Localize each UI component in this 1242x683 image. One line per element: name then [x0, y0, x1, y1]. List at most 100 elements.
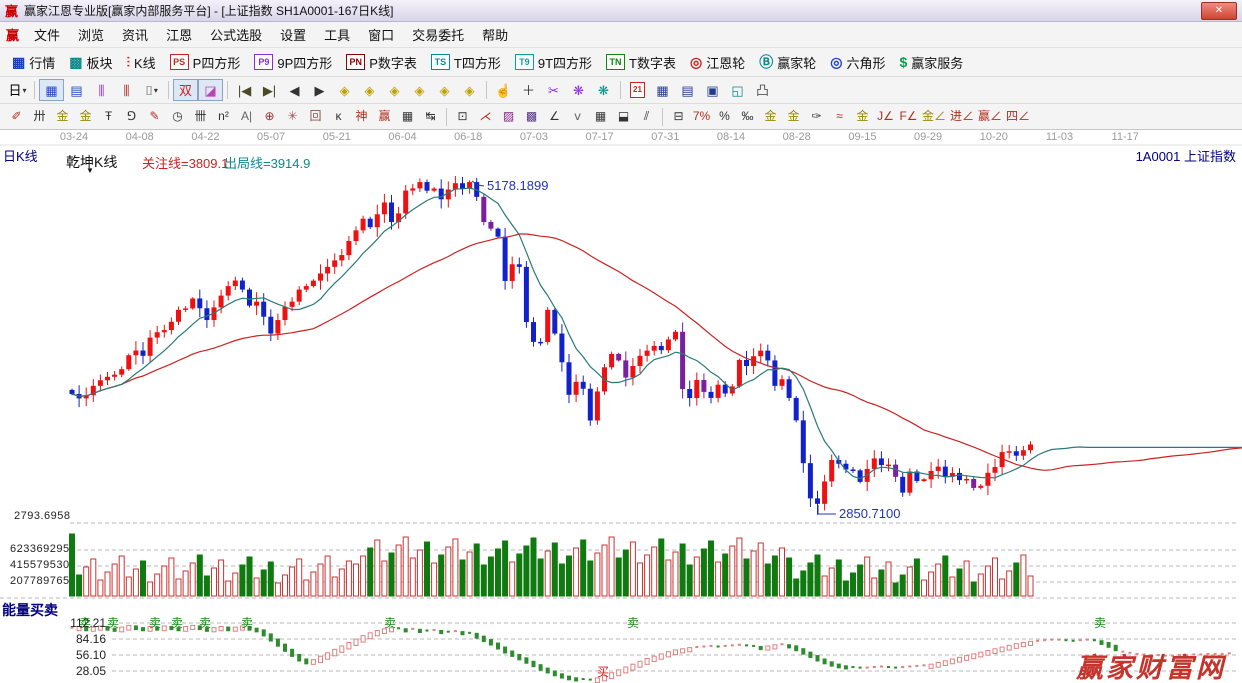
menu-item-7[interactable]: 窗口: [359, 22, 403, 47]
toolbar-button-winner-wheel[interactable]: Ⓑ赢家轮: [752, 51, 823, 74]
toolbar-button-gold-grid-1[interactable]: 金: [51, 107, 74, 127]
toolbar-button-a-line[interactable]: A|: [235, 107, 258, 127]
toolbar-button-spiral[interactable]: ⅁: [120, 107, 143, 127]
toolbar-button-f-angle[interactable]: F∠: [897, 107, 920, 127]
toolbar-button-big-grid[interactable]: ▦: [589, 107, 612, 127]
toolbar-button-candle-style[interactable]: ⌷▾: [139, 79, 164, 101]
toolbar-button-expand-all[interactable]: ◈: [432, 79, 457, 101]
toolbar-button-last-page[interactable]: ▶|: [257, 79, 282, 101]
toolbar-button-span-arrows[interactable]: ↹: [419, 107, 442, 127]
toolbar-button-export[interactable]: ◱: [725, 79, 750, 101]
toolbar-button-fan-lines[interactable]: ⋌: [474, 107, 497, 127]
toolbar-button-win-angle[interactable]: 赢∠: [976, 107, 1004, 127]
toolbar-button-expand-v[interactable]: ◈: [457, 79, 482, 101]
menu-item-1[interactable]: 浏览: [69, 22, 113, 47]
menu-item-4[interactable]: 公式选股: [201, 22, 271, 47]
toolbar-button-gann-tool-teal[interactable]: ❋: [591, 79, 616, 101]
toolbar-button-j-angle[interactable]: J∠: [874, 107, 897, 127]
toolbar-button-quotes[interactable]: ▦行情: [5, 51, 62, 74]
toolbar-button-next-page[interactable]: ▶: [307, 79, 332, 101]
toolbar-button-gann-tool-purple[interactable]: ❋: [566, 79, 591, 101]
toolbar-button-gold-grid-2[interactable]: 金: [74, 107, 97, 127]
toolbar-button-zoom-right[interactable]: ◈: [357, 79, 382, 101]
toolbar-button-price-ruler[interactable]: ⊟: [667, 107, 690, 127]
toolbar-button-wave-lines[interactable]: ⅴ: [566, 107, 589, 127]
toolbar-button-percent-7[interactable]: 7%: [690, 107, 713, 127]
toolbar-button-period-daily[interactable]: 日▾: [5, 79, 30, 101]
toolbar-button-first-page[interactable]: |◀: [232, 79, 257, 101]
toolbar-button-expand-h[interactable]: ◈: [382, 79, 407, 101]
toolbar-button-n-square[interactable]: n²: [212, 107, 235, 127]
toolbar-button-hand-tool[interactable]: ☝: [491, 79, 516, 101]
toolbar-button-calendar[interactable]: 21: [625, 79, 650, 101]
toolbar-button-k-mark[interactable]: ĸ: [327, 107, 350, 127]
toolbar-button-f-grid[interactable]: Ŧ: [97, 107, 120, 127]
toolbar-button-9t-square[interactable]: T99T四方形: [508, 51, 599, 74]
toolbar-button-winner-service[interactable]: $赢家服务: [892, 51, 970, 74]
toolbar-button-sectors[interactable]: ▩板块: [62, 51, 119, 74]
toolbar-button-p-table[interactable]: PNP数字表: [339, 51, 424, 74]
toolbar-button-num-grid[interactable]: ▦: [396, 107, 419, 127]
toolbar-button-info-view[interactable]: ▤: [64, 79, 89, 101]
toolbar-button-grid-tool[interactable]: 卌: [189, 107, 212, 127]
toolbar-button-gann-wheel[interactable]: ◎江恩轮: [683, 51, 752, 74]
toolbar-button-square-frame[interactable]: ⊡: [451, 107, 474, 127]
toolbar-button-hexagon[interactable]: ◎六角形: [823, 51, 892, 74]
toolbar-button-time-cycle[interactable]: ◷: [166, 107, 189, 127]
toolbar-button-star-wheel[interactable]: ✳: [281, 107, 304, 127]
toolbar-button-calculator[interactable]: ▦: [650, 79, 675, 101]
toolbar-button-bars-3[interactable]: ⫼: [89, 79, 114, 101]
toolbar-button-bars-9[interactable]: ⫼: [114, 79, 139, 101]
toolbar-button-kline[interactable]: ⫶K线: [120, 51, 163, 74]
toolbar-button-fan-box[interactable]: ▨: [497, 107, 520, 127]
toolbar-button-four-angle[interactable]: 四∠: [1004, 107, 1032, 127]
toolbar-button-ink-brush[interactable]: ✑: [805, 107, 828, 127]
toolbar-button-compress-h[interactable]: ◈: [407, 79, 432, 101]
menu-item-2[interactable]: 资讯: [113, 22, 157, 47]
toolbar-button-print[interactable]: 凸: [750, 79, 775, 101]
toolbar-button-gold-circle[interactable]: 金: [759, 107, 782, 127]
toolbar-button-zoom-left[interactable]: ◈: [332, 79, 357, 101]
toolbar-button-qiankun-toggle[interactable]: 双: [173, 79, 198, 101]
volume-bar: [268, 562, 273, 596]
toolbar-button-save[interactable]: ▣: [700, 79, 725, 101]
toolbar-button-track-lines[interactable]: ≈: [828, 107, 851, 127]
kline-type-dropdown-icon[interactable]: ▼: [86, 166, 94, 175]
menu-item-0[interactable]: 文件: [25, 22, 69, 47]
toolbar-button-angle-lines[interactable]: ∠: [543, 107, 566, 127]
toolbar-button-enter-angle[interactable]: 进∠: [948, 107, 976, 127]
menu-item-9[interactable]: 帮助: [473, 22, 517, 47]
toolbar-button-crosshair-tool[interactable]: ＋: [516, 79, 541, 101]
kline-plot[interactable]: 5178.18992850.7100卖卖卖卖卖卖卖卖卖买: [0, 130, 1242, 683]
toolbar-button-gold-level[interactable]: 金: [851, 107, 874, 127]
chart-area[interactable]: 5178.18992850.7100卖卖卖卖卖卖卖卖卖买 03-2404-080…: [0, 130, 1242, 683]
menu-item-8[interactable]: 交易委托: [403, 22, 473, 47]
toolbar-button-win-tool[interactable]: 赢: [373, 107, 396, 127]
toolbar-button-parallel-lines[interactable]: ⫽: [635, 107, 658, 127]
toolbar-button-grid-arrow[interactable]: ⬓: [612, 107, 635, 127]
toolbar-button-brush-tool[interactable]: ✐: [5, 107, 28, 127]
toolbar-button-shen-tool[interactable]: 神: [350, 107, 373, 127]
toolbar-button-p-square[interactable]: PSP四方形: [163, 51, 248, 74]
toolbar-button-square-target[interactable]: 回: [304, 107, 327, 127]
toolbar-button-red-brush[interactable]: ✎: [143, 107, 166, 127]
toolbar-button-gann-compass[interactable]: ⊕: [258, 107, 281, 127]
close-button[interactable]: ✕: [1201, 2, 1237, 20]
toolbar-button-prev-page[interactable]: ◀: [282, 79, 307, 101]
toolbar-button-t-square[interactable]: TST四方形: [424, 51, 508, 74]
toolbar-button-9p-square[interactable]: P99P四方形: [247, 51, 339, 74]
toolbar-button-edit-tool[interactable]: ✂: [541, 79, 566, 101]
menu-item-6[interactable]: 工具: [315, 22, 359, 47]
toolbar-button-gold-angle[interactable]: 金∠: [920, 107, 948, 127]
menu-item-5[interactable]: 设置: [271, 22, 315, 47]
toolbar-button-percent-lines[interactable]: ‰: [736, 107, 759, 127]
toolbar-button-window-mode[interactable]: ▦: [39, 79, 64, 101]
toolbar-button-gold-lines[interactable]: 金: [782, 107, 805, 127]
toolbar-button-color-chart[interactable]: ◪: [198, 79, 223, 101]
toolbar-button-t-table[interactable]: TNT数字表: [599, 51, 683, 74]
toolbar-button-grid-box[interactable]: ▩: [520, 107, 543, 127]
toolbar-button-percent[interactable]: %: [713, 107, 736, 127]
toolbar-button-gann-grid[interactable]: 卅: [28, 107, 51, 127]
menu-item-3[interactable]: 江恩: [157, 22, 201, 47]
toolbar-button-notes[interactable]: ▤: [675, 79, 700, 101]
